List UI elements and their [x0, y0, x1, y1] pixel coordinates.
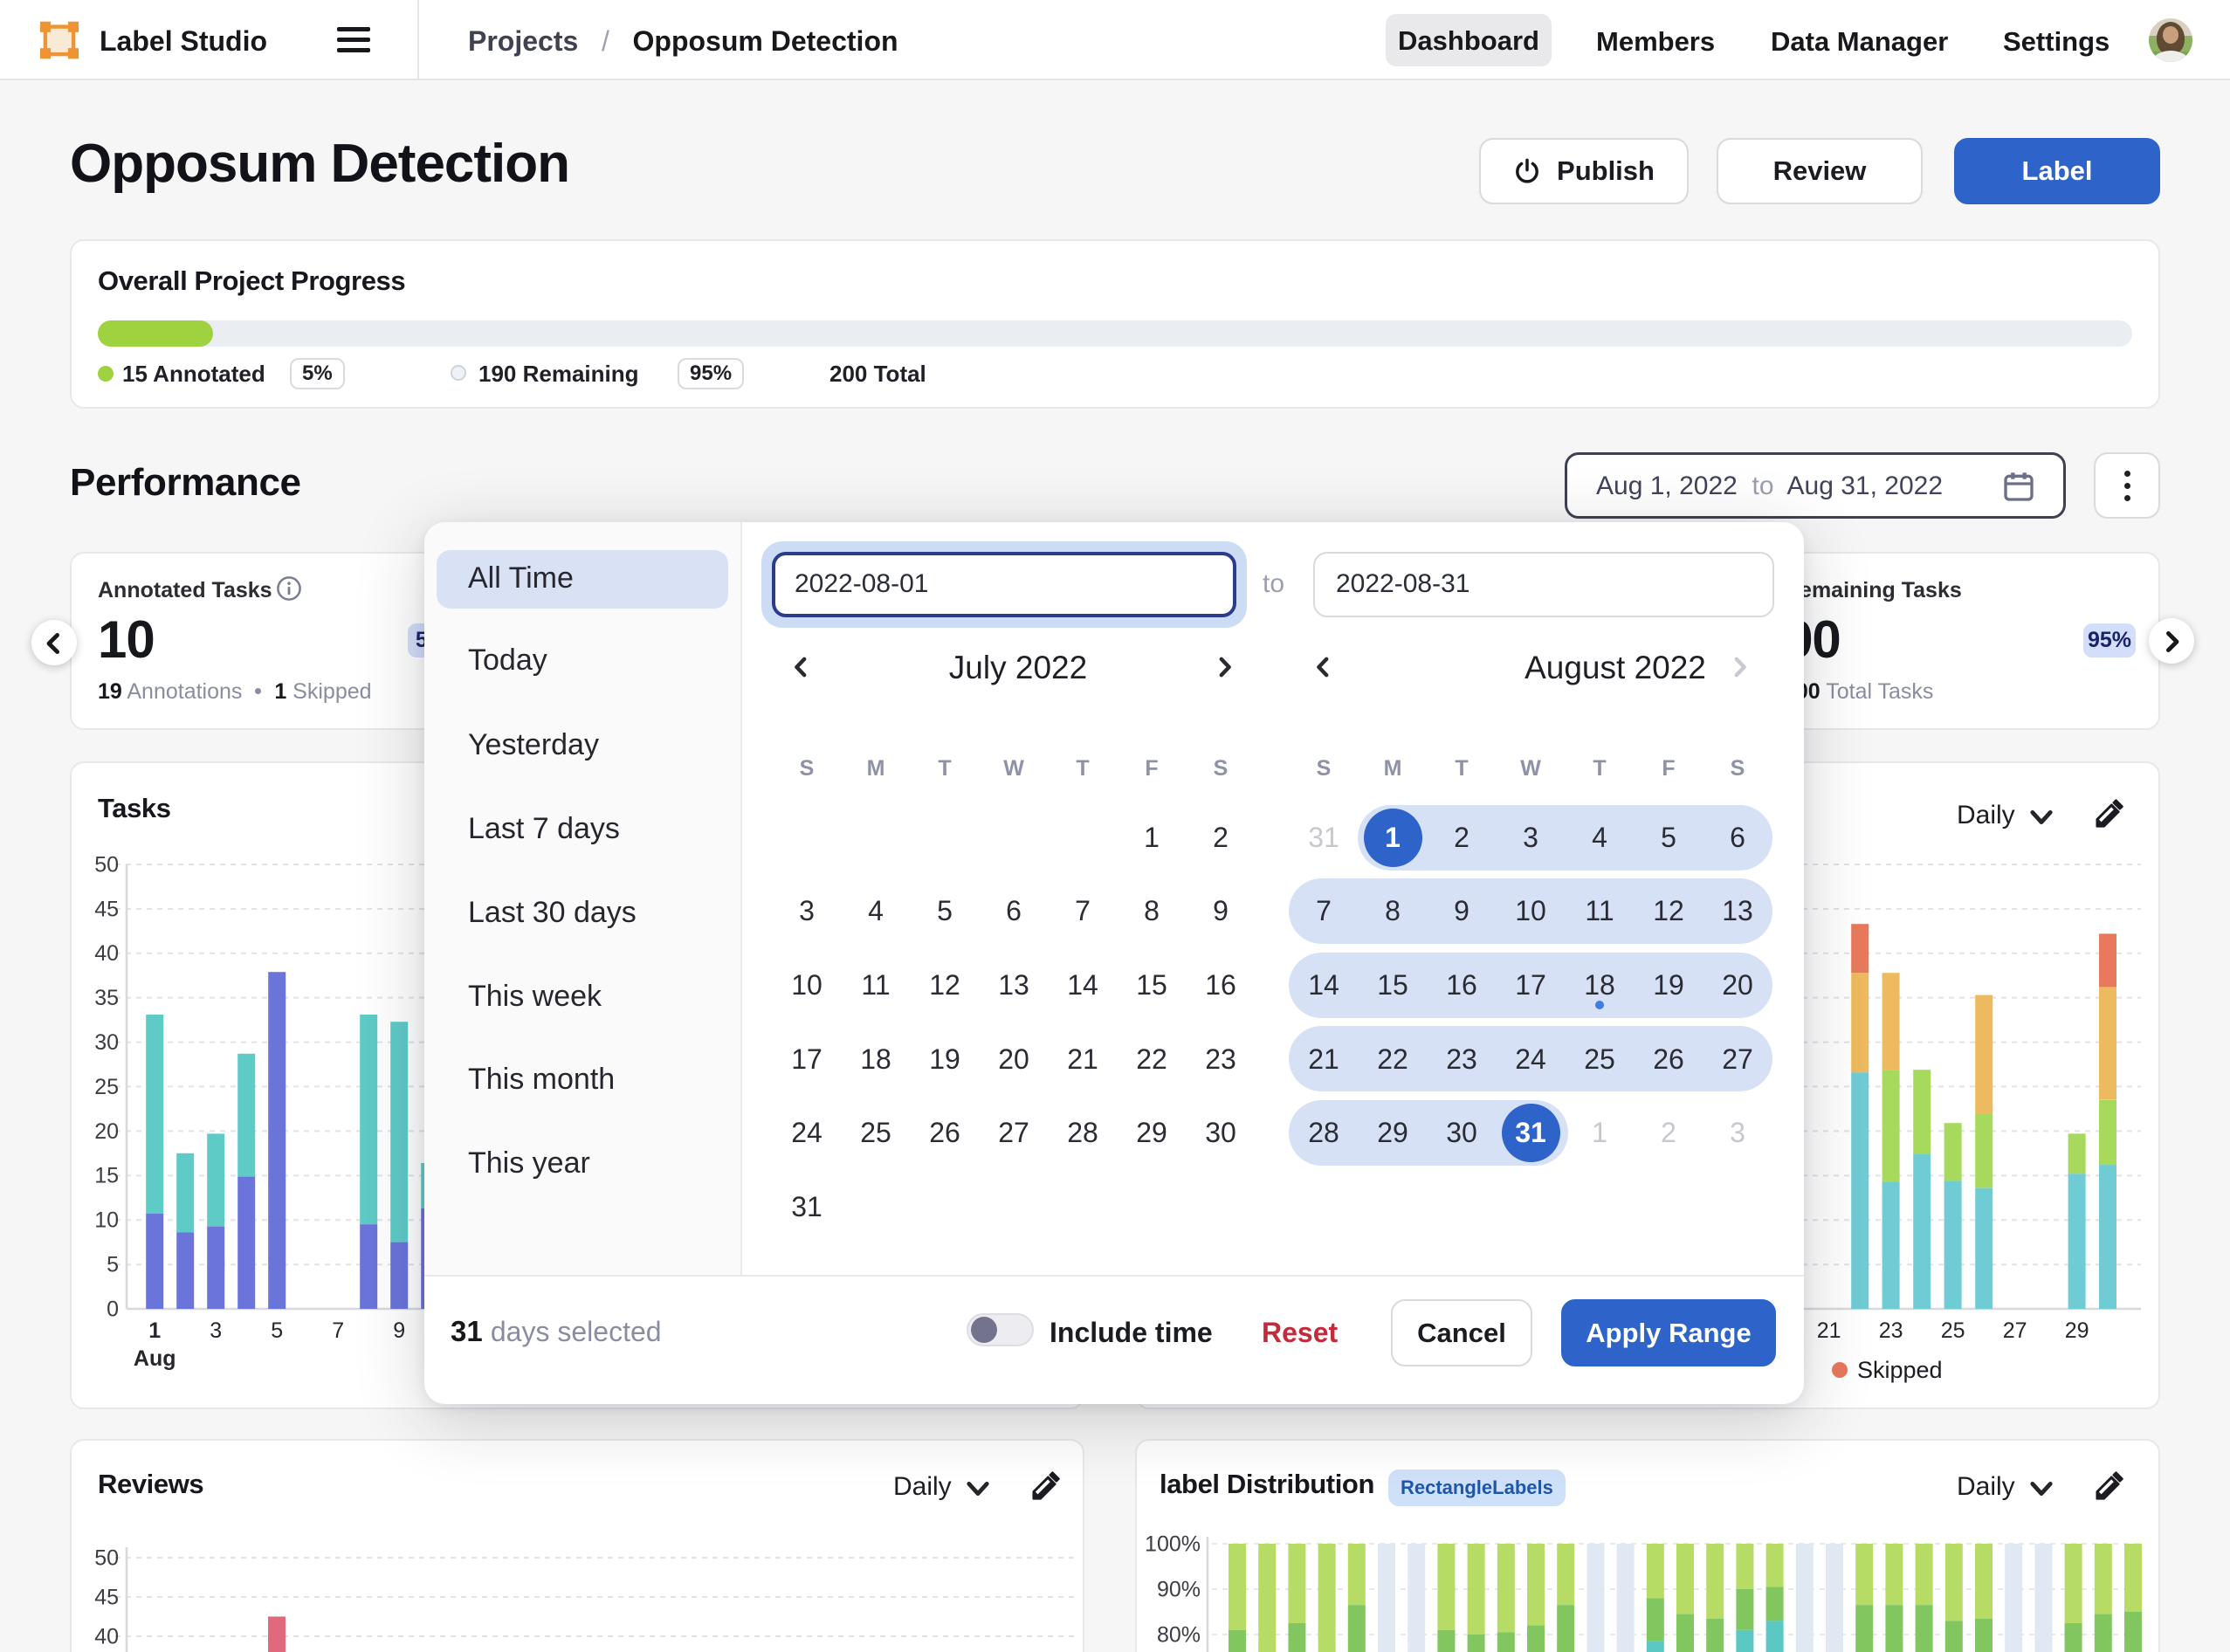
svg-text:3: 3 [210, 1318, 222, 1343]
svg-text:23: 23 [1879, 1318, 1903, 1343]
svg-text:100%: 100% [1145, 1532, 1201, 1556]
svg-text:40: 40 [94, 1624, 119, 1649]
svg-text:45: 45 [94, 1585, 119, 1609]
svg-text:35: 35 [94, 986, 119, 1010]
svg-text:27: 27 [2003, 1318, 2027, 1343]
svg-text:25: 25 [1941, 1318, 1965, 1343]
svg-text:15: 15 [94, 1164, 119, 1188]
svg-text:7: 7 [332, 1318, 344, 1343]
svg-text:40: 40 [94, 941, 119, 966]
svg-text:30: 30 [94, 1030, 119, 1055]
svg-text:25: 25 [94, 1075, 119, 1099]
svg-text:0: 0 [107, 1297, 119, 1321]
svg-text:Skipped: Skipped [1857, 1357, 1943, 1383]
svg-text:1: 1 [148, 1318, 161, 1343]
svg-text:50: 50 [94, 852, 119, 877]
svg-text:21: 21 [1817, 1318, 1841, 1343]
svg-text:29: 29 [2065, 1318, 2089, 1343]
svg-text:10: 10 [94, 1208, 119, 1233]
svg-text:90%: 90% [1157, 1577, 1201, 1601]
svg-text:20: 20 [94, 1119, 119, 1144]
svg-text:9: 9 [393, 1318, 405, 1343]
svg-text:80%: 80% [1157, 1622, 1201, 1647]
svg-text:5: 5 [271, 1318, 283, 1343]
svg-text:45: 45 [94, 897, 119, 921]
svg-text:Aug: Aug [134, 1346, 176, 1371]
svg-text:50: 50 [94, 1545, 119, 1570]
svg-text:5: 5 [107, 1252, 119, 1277]
